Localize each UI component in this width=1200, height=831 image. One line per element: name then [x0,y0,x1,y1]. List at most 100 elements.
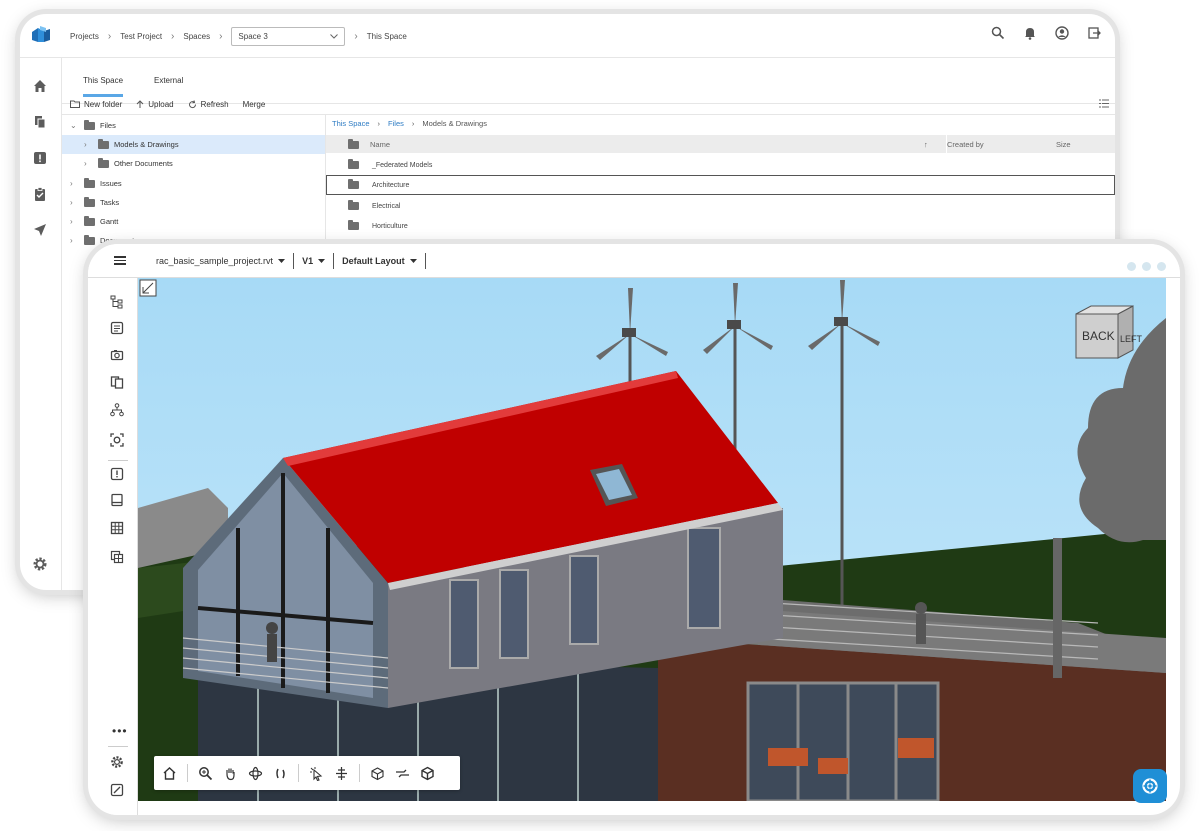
bell-icon[interactable] [1023,26,1037,40]
tab-external[interactable]: External [154,76,183,94]
grid-table-icon[interactable] [110,521,124,535]
home-view-icon[interactable] [162,766,177,781]
folder-icon [84,119,95,130]
section-icon[interactable] [395,766,410,781]
top-bar: Projects › Test Project › Spaces › Space… [20,14,1115,58]
home-icon[interactable] [32,78,48,94]
hierarchy-icon[interactable] [110,403,124,417]
breadcrumb-spaces[interactable]: Spaces [183,32,210,41]
support-button[interactable] [1133,769,1167,803]
upload-button[interactable]: Upload [136,99,174,109]
table-row[interactable]: Horticulture [326,216,1115,236]
table-row[interactable]: Electrical [326,196,1115,216]
tree-item-models[interactable]: › Models & Drawings [62,135,325,154]
list-view-icon[interactable] [1099,99,1109,108]
row-name: _Federated Models [372,161,433,169]
col-size[interactable]: Size [1056,140,1071,149]
logout-icon[interactable] [1087,26,1101,40]
table-row[interactable]: _Federated Models [326,155,1115,175]
file-name: rac_basic_sample_project.rvt [156,255,274,266]
schedules-icon[interactable] [110,550,124,564]
breadcrumb-projects[interactable]: Projects [70,32,99,41]
model-icon[interactable] [420,766,435,781]
divider [333,252,335,269]
window-dot[interactable] [1142,262,1151,271]
tree-item-files[interactable]: ⌄ Files [62,116,325,135]
chevron-right-icon: › [70,217,73,226]
3d-viewport[interactable]: BACK LEFT [138,278,1166,801]
file-select[interactable]: rac_basic_sample_project.rvt [156,256,293,266]
row-name: Electrical [372,202,401,210]
explode-icon[interactable] [370,766,385,781]
breadcrumb-project[interactable]: Test Project [120,32,162,41]
send-icon[interactable] [32,222,48,238]
file-crumb-files[interactable]: Files [388,119,404,128]
folder-icon [84,215,95,226]
layout-select[interactable]: Default Layout [342,256,425,266]
caret-down-icon [409,258,417,263]
tree-label: Models & Drawings [114,140,179,149]
focus-icon[interactable] [110,433,124,447]
chevron-right-icon: › [171,30,175,42]
refresh-icon [188,99,196,108]
sheets-icon[interactable] [110,375,124,389]
file-crumb-space[interactable]: This Space [332,119,370,128]
select-icon[interactable] [309,766,324,781]
col-created-by[interactable]: Created by [947,140,984,149]
caret-down-icon [318,258,326,263]
refresh-button[interactable]: Refresh [188,100,229,109]
camera-views-icon[interactable] [110,348,124,362]
orbit-icon[interactable] [248,766,263,781]
sort-up-icon[interactable]: ↑ [924,140,928,149]
breadcrumb: Projects › Test Project › Spaces › Space… [70,14,407,58]
tree-item-issues[interactable]: › Issues [62,174,325,193]
tree-item-gantt[interactable]: › Gantt [62,212,325,231]
tree-item-other-documents[interactable]: › Other Documents [62,154,325,173]
chevron-down-icon [330,33,339,39]
edit-icon[interactable] [110,783,124,797]
viewcube[interactable]: BACK LEFT [1075,305,1143,359]
window-dot[interactable] [1157,262,1166,271]
merge-button[interactable]: Merge [243,100,266,109]
model-tree-icon[interactable] [110,295,124,309]
tree-label: Tasks [100,198,120,207]
menu-icon[interactable] [114,254,126,267]
settings-icon[interactable] [32,556,48,572]
measure-icon[interactable] [334,766,349,781]
model-viewer-window: rac_basic_sample_project.rvt V1 Default … [88,244,1180,815]
refresh-label: Refresh [200,99,229,109]
space-select[interactable]: Space 3 [231,26,346,46]
folder-icon [84,196,95,207]
app-logo[interactable] [30,26,52,44]
account-icon[interactable] [1055,26,1069,40]
issues-icon[interactable] [110,467,124,481]
version-select[interactable]: V1 [302,256,333,266]
book-icon[interactable] [110,493,124,507]
search-icon[interactable] [991,26,1005,40]
properties-icon[interactable] [110,321,124,335]
window-dot[interactable] [1127,262,1136,271]
chevron-right-icon: › [70,198,73,207]
issues-icon[interactable] [32,150,48,166]
building-model-render[interactable]: BACK LEFT [138,278,1166,801]
col-name[interactable]: Name [370,140,390,149]
tree-label: Files [100,121,116,130]
chevron-right-icon: › [107,30,112,42]
more-icon[interactable]: ••• [112,724,128,738]
divider [359,764,360,782]
settings-icon[interactable] [110,755,124,769]
zoom-icon[interactable] [198,766,213,781]
caret-down-icon [278,258,286,263]
documents-icon[interactable] [32,114,48,130]
divider [108,460,128,461]
chevron-right-icon: › [70,236,73,245]
tree-item-tasks[interactable]: › Tasks [62,193,325,212]
table-row[interactable]: Architecture [326,175,1115,195]
pan-icon[interactable] [223,766,238,781]
walk-icon[interactable] [273,766,288,781]
upload-icon [136,99,144,108]
folder-icon [348,159,359,169]
tasks-icon[interactable] [32,186,48,202]
new-folder-button[interactable]: New folder [70,100,122,109]
tree-label: Gantt [100,217,119,226]
